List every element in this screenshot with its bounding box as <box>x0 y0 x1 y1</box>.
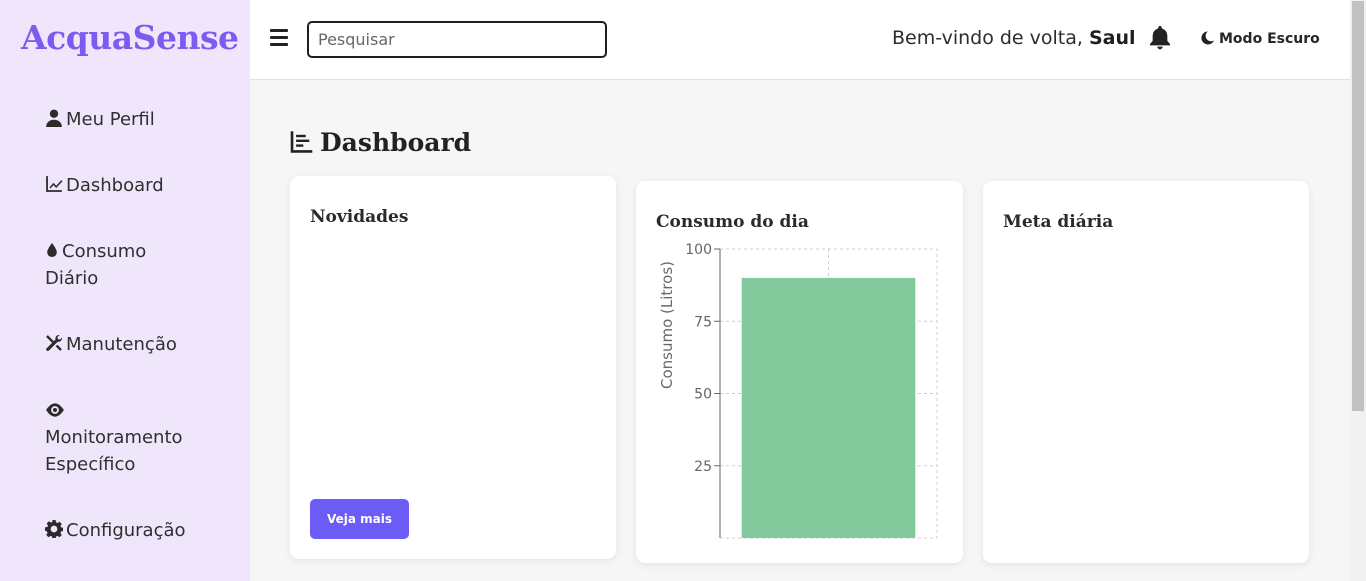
sidebar-item-label: Dashboard <box>66 175 164 196</box>
sidebar-item-manutencao[interactable]: Manutenção <box>45 331 177 358</box>
y-tick-label: 100 <box>685 242 712 258</box>
bar <box>741 277 916 538</box>
goal-card-title: Meta diária <box>1003 212 1114 232</box>
sidebar-item-label: Configuração <box>66 520 186 541</box>
y-axis-label: Consumo (Litros) <box>658 261 676 389</box>
sidebar-item-dashboard[interactable]: Dashboard <box>45 172 164 199</box>
top-bar: Bem-vindo de volta, Saul Modo Escuro <box>250 0 1350 80</box>
news-card: Novidades Veja mais <box>290 176 616 559</box>
sidebar-item-monitoramento-especifico[interactable]: Monitoramento Específico <box>45 397 183 478</box>
y-tick-label: 75 <box>694 314 712 330</box>
see-more-button[interactable]: Veja mais <box>310 499 409 539</box>
bell-icon[interactable] <box>1149 26 1171 50</box>
sidebar-item-consumo-diario[interactable]: Consumo Diário <box>45 238 146 292</box>
welcome-message: Bem-vindo de volta, Saul <box>892 27 1136 49</box>
menu-toggle-icon[interactable] <box>270 29 288 51</box>
sidebar-item-configuracao[interactable]: Configuração <box>45 517 186 544</box>
scrollbar-thumb[interactable] <box>1352 1 1364 411</box>
water-drop-icon <box>47 243 57 257</box>
search-input[interactable] <box>307 21 607 58</box>
moon-icon <box>1201 31 1214 45</box>
consumption-card: Consumo do dia Consumo (Litros) 25 50 75 10… <box>636 181 963 563</box>
welcome-text: Bem-vindo de volta, <box>892 27 1083 49</box>
brand-logo: AcquaSense <box>21 18 239 57</box>
user-name: Saul <box>1088 27 1136 49</box>
sidebar-item-label: Diário <box>45 268 99 289</box>
sidebar-item-label: Manutenção <box>66 334 177 355</box>
tools-icon <box>46 335 62 352</box>
page-scrollbar[interactable] <box>1350 0 1366 581</box>
consumption-chart: Consumo (Litros) 25 50 75 100 <box>658 242 938 539</box>
y-tick-label: 25 <box>694 459 712 475</box>
line-chart-icon <box>46 176 63 192</box>
sidebar-item-label: Específico <box>45 454 136 475</box>
page-title-text: Dashboard <box>320 128 472 157</box>
y-tick-label: 50 <box>694 387 712 403</box>
bar-chart-icon <box>290 131 313 153</box>
sidebar-item-label: Consumo <box>62 241 147 262</box>
sidebar-item-label: Meu Perfil <box>66 109 155 130</box>
page-title: Dashboard <box>289 128 471 157</box>
gear-icon <box>45 520 64 539</box>
eye-icon <box>46 403 64 417</box>
sidebar-item-label: Monitoramento <box>45 427 183 448</box>
dark-mode-label: Modo Escuro <box>1219 31 1320 47</box>
goal-card: Meta diária <box>983 181 1309 563</box>
sidebar: AcquaSense Meu Perfil Dashboard Consumo D… <box>0 0 250 581</box>
user-icon <box>46 109 62 127</box>
dark-mode-toggle[interactable]: Modo Escuro <box>1201 31 1320 47</box>
sidebar-item-meu-perfil[interactable]: Meu Perfil <box>45 106 155 133</box>
news-card-title: Novidades <box>310 207 409 227</box>
